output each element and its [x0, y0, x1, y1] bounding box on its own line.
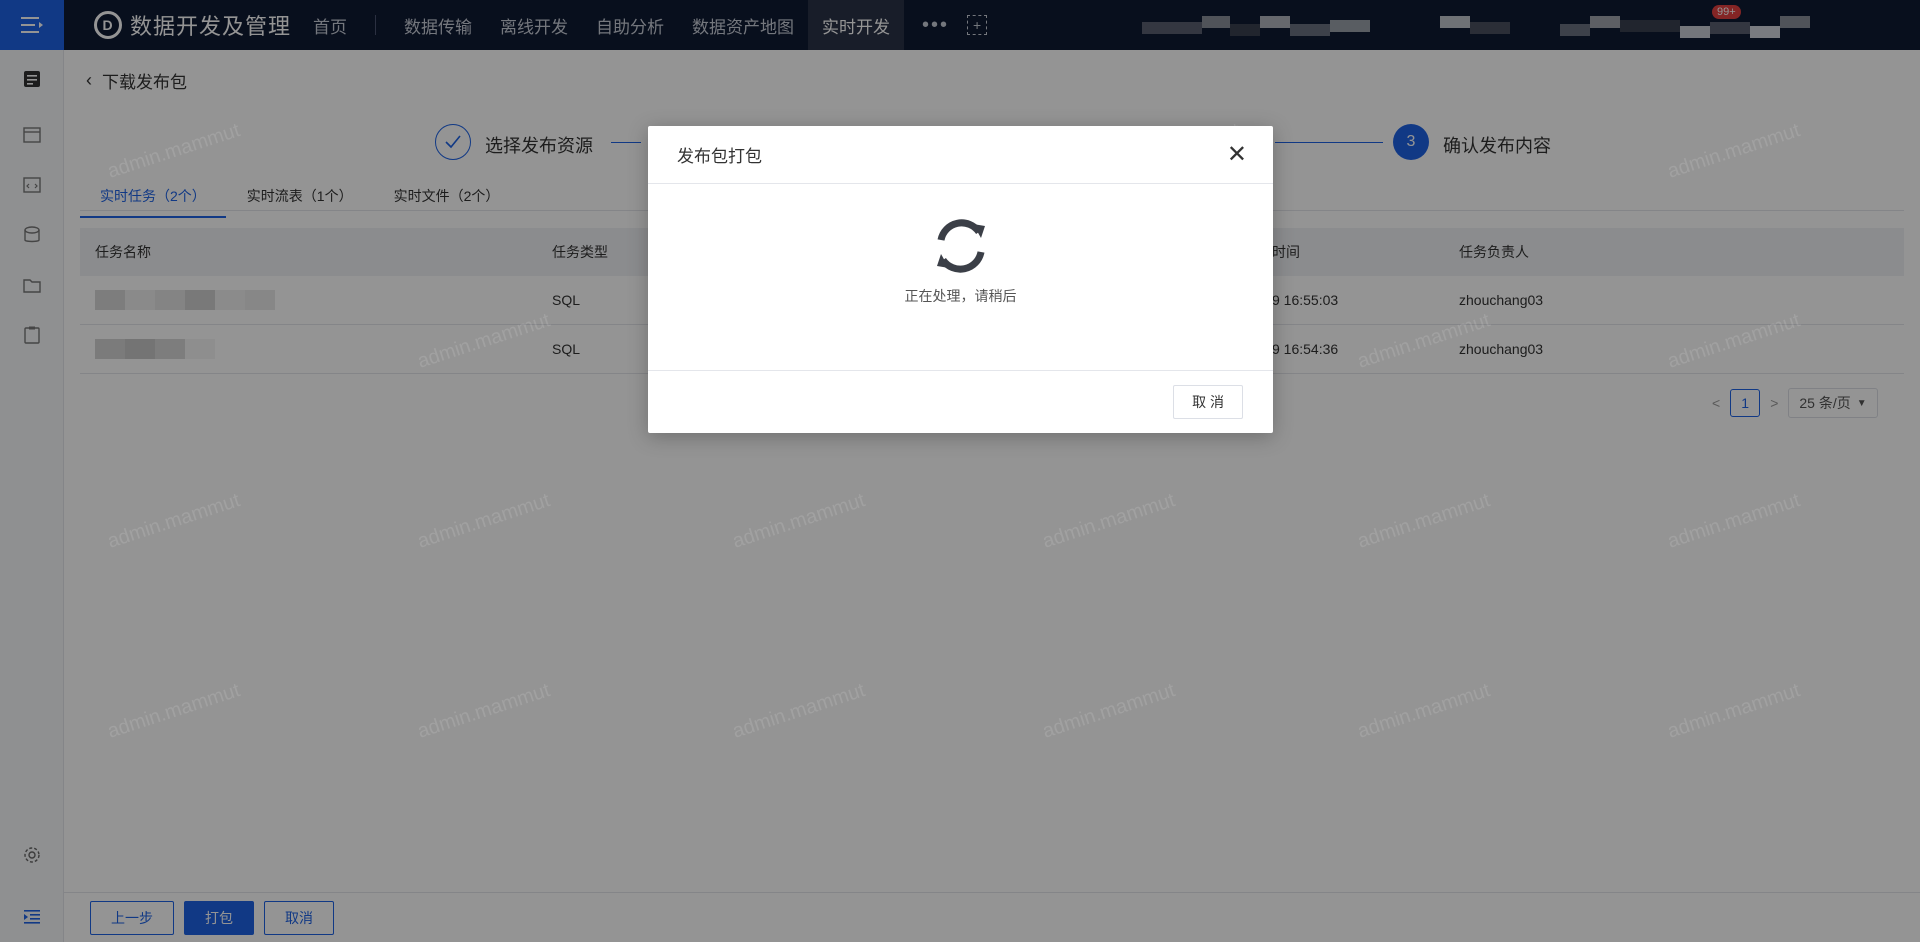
watermark: admin.mammut: [414, 679, 553, 743]
watermark: admin.mammut: [104, 489, 243, 553]
dialog-cancel-button[interactable]: 取 消: [1173, 385, 1243, 419]
watermark: admin.mammut: [1664, 309, 1803, 373]
watermark: admin.mammut: [104, 119, 243, 183]
watermark: admin.mammut: [729, 489, 868, 553]
dialog-body: 正在处理，请稍后: [648, 184, 1273, 371]
watermark: admin.mammut: [1039, 679, 1178, 743]
watermark: admin.mammut: [1039, 489, 1178, 553]
watermark: admin.mammut: [414, 489, 553, 553]
processing-message: 正在处理，请稍后: [904, 288, 1017, 304]
package-dialog: 发布包打包 ✕ 正在处理，请稍后 取 消: [648, 126, 1273, 433]
watermark: admin.mammut: [1354, 679, 1493, 743]
watermark: admin.mammut: [414, 309, 553, 373]
watermark: admin.mammut: [1664, 679, 1803, 743]
watermark: admin.mammut: [104, 679, 243, 743]
dialog-header: 发布包打包 ✕: [648, 126, 1273, 184]
watermark: admin.mammut: [1354, 309, 1493, 373]
dialog-footer: 取 消: [648, 371, 1273, 433]
watermark: admin.mammut: [1354, 489, 1493, 553]
close-icon[interactable]: ✕: [1227, 142, 1247, 167]
loading-refresh-icon: [936, 219, 985, 273]
dialog-title: 发布包打包: [677, 147, 762, 166]
watermark: admin.mammut: [729, 679, 868, 743]
watermark: admin.mammut: [1664, 119, 1803, 183]
watermark: admin.mammut: [1664, 489, 1803, 553]
